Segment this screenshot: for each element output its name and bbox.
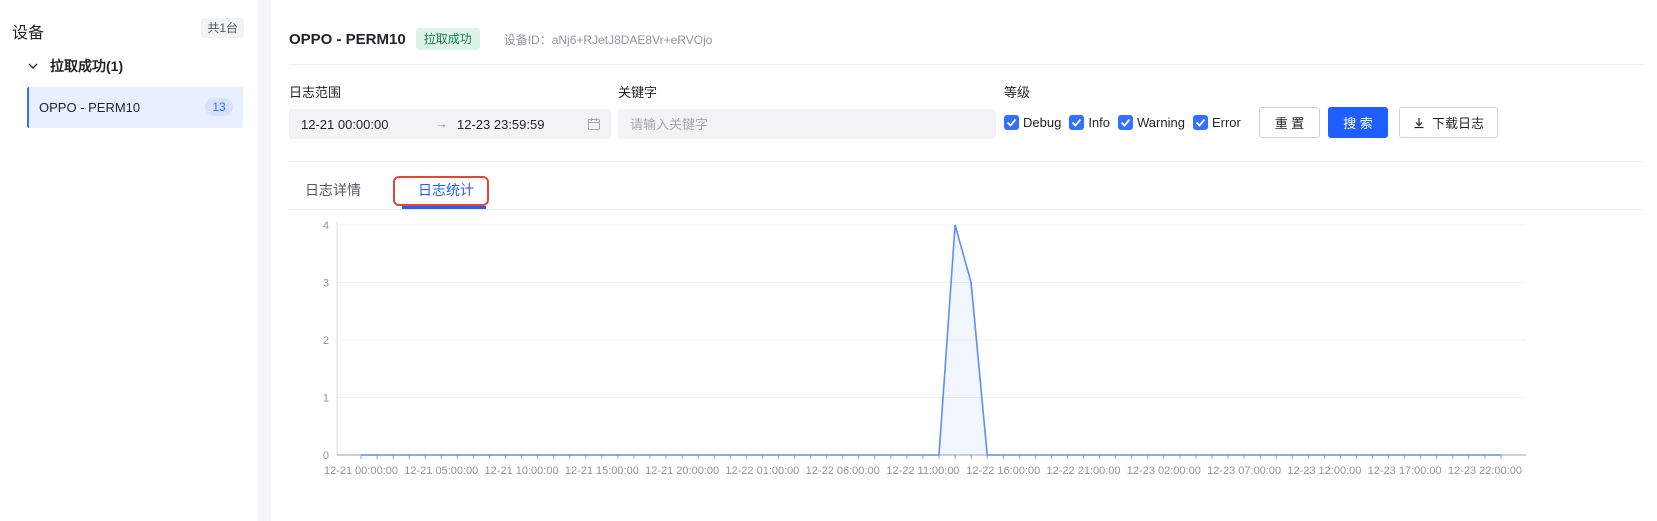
- sidebar-title: 设备: [12, 25, 45, 42]
- device-item-oppo[interactable]: OPPO - PERM10 13: [27, 87, 243, 128]
- x-tick-label: 12-22 11:00:00: [886, 465, 959, 477]
- x-tick-label: 12-23 07:00:00: [1207, 465, 1281, 477]
- x-tick-label: 12-21 00:00:00: [324, 465, 398, 477]
- x-tick-label: 12-23 02:00:00: [1127, 465, 1201, 477]
- chevron-down-icon[interactable]: [26, 59, 40, 73]
- device-item-name: OPPO - PERM10: [39, 100, 141, 115]
- sidebar-divider: [258, 0, 271, 521]
- device-group-label: 拉取成功(1): [50, 58, 124, 74]
- x-tick-label: 12-21 15:00:00: [565, 465, 639, 477]
- sidebar-header: 设备 共1台: [12, 18, 244, 42]
- main-panel: OPPO - PERM10 拉取成功 设备ID：aNj6+RJetJ8DAE8V…: [271, 0, 1657, 521]
- device-group-success[interactable]: 拉取成功(1): [26, 56, 123, 76]
- x-tick-label: 12-23 12:00:00: [1287, 465, 1361, 477]
- x-tick-label: 12-23 22:00:00: [1448, 465, 1522, 477]
- x-tick-label: 12-22 06:00:00: [806, 465, 880, 477]
- y-tick-label: 4: [323, 220, 329, 232]
- log-stats-chart: 0 1 2 3 4 12-21 00:00:00 12-21 05:00:00 12-21 1…: [323, 220, 1526, 477]
- y-tick-label: 1: [323, 393, 329, 405]
- x-tick-label: 12-23 17:00:00: [1368, 465, 1442, 477]
- y-tick-label: 2: [323, 335, 329, 347]
- device-sidebar: 设备 共1台 拉取成功(1) OPPO - PERM10 13: [0, 0, 258, 521]
- device-log-count: 13: [205, 98, 233, 116]
- y-tick-label: 3: [323, 278, 329, 290]
- device-count-badge: 共1台: [201, 18, 244, 38]
- x-tick-label: 12-22 16:00:00: [966, 465, 1040, 477]
- x-tick-label: 12-21 10:00:00: [485, 465, 559, 477]
- x-tick-label: 12-21 05:00:00: [404, 465, 478, 477]
- y-tick-label: 0: [323, 450, 329, 462]
- x-tick-label: 12-22 21:00:00: [1047, 465, 1121, 477]
- x-tick-label: 12-22 01:00:00: [725, 465, 799, 477]
- x-tick-label: 12-21 20:00:00: [645, 465, 719, 477]
